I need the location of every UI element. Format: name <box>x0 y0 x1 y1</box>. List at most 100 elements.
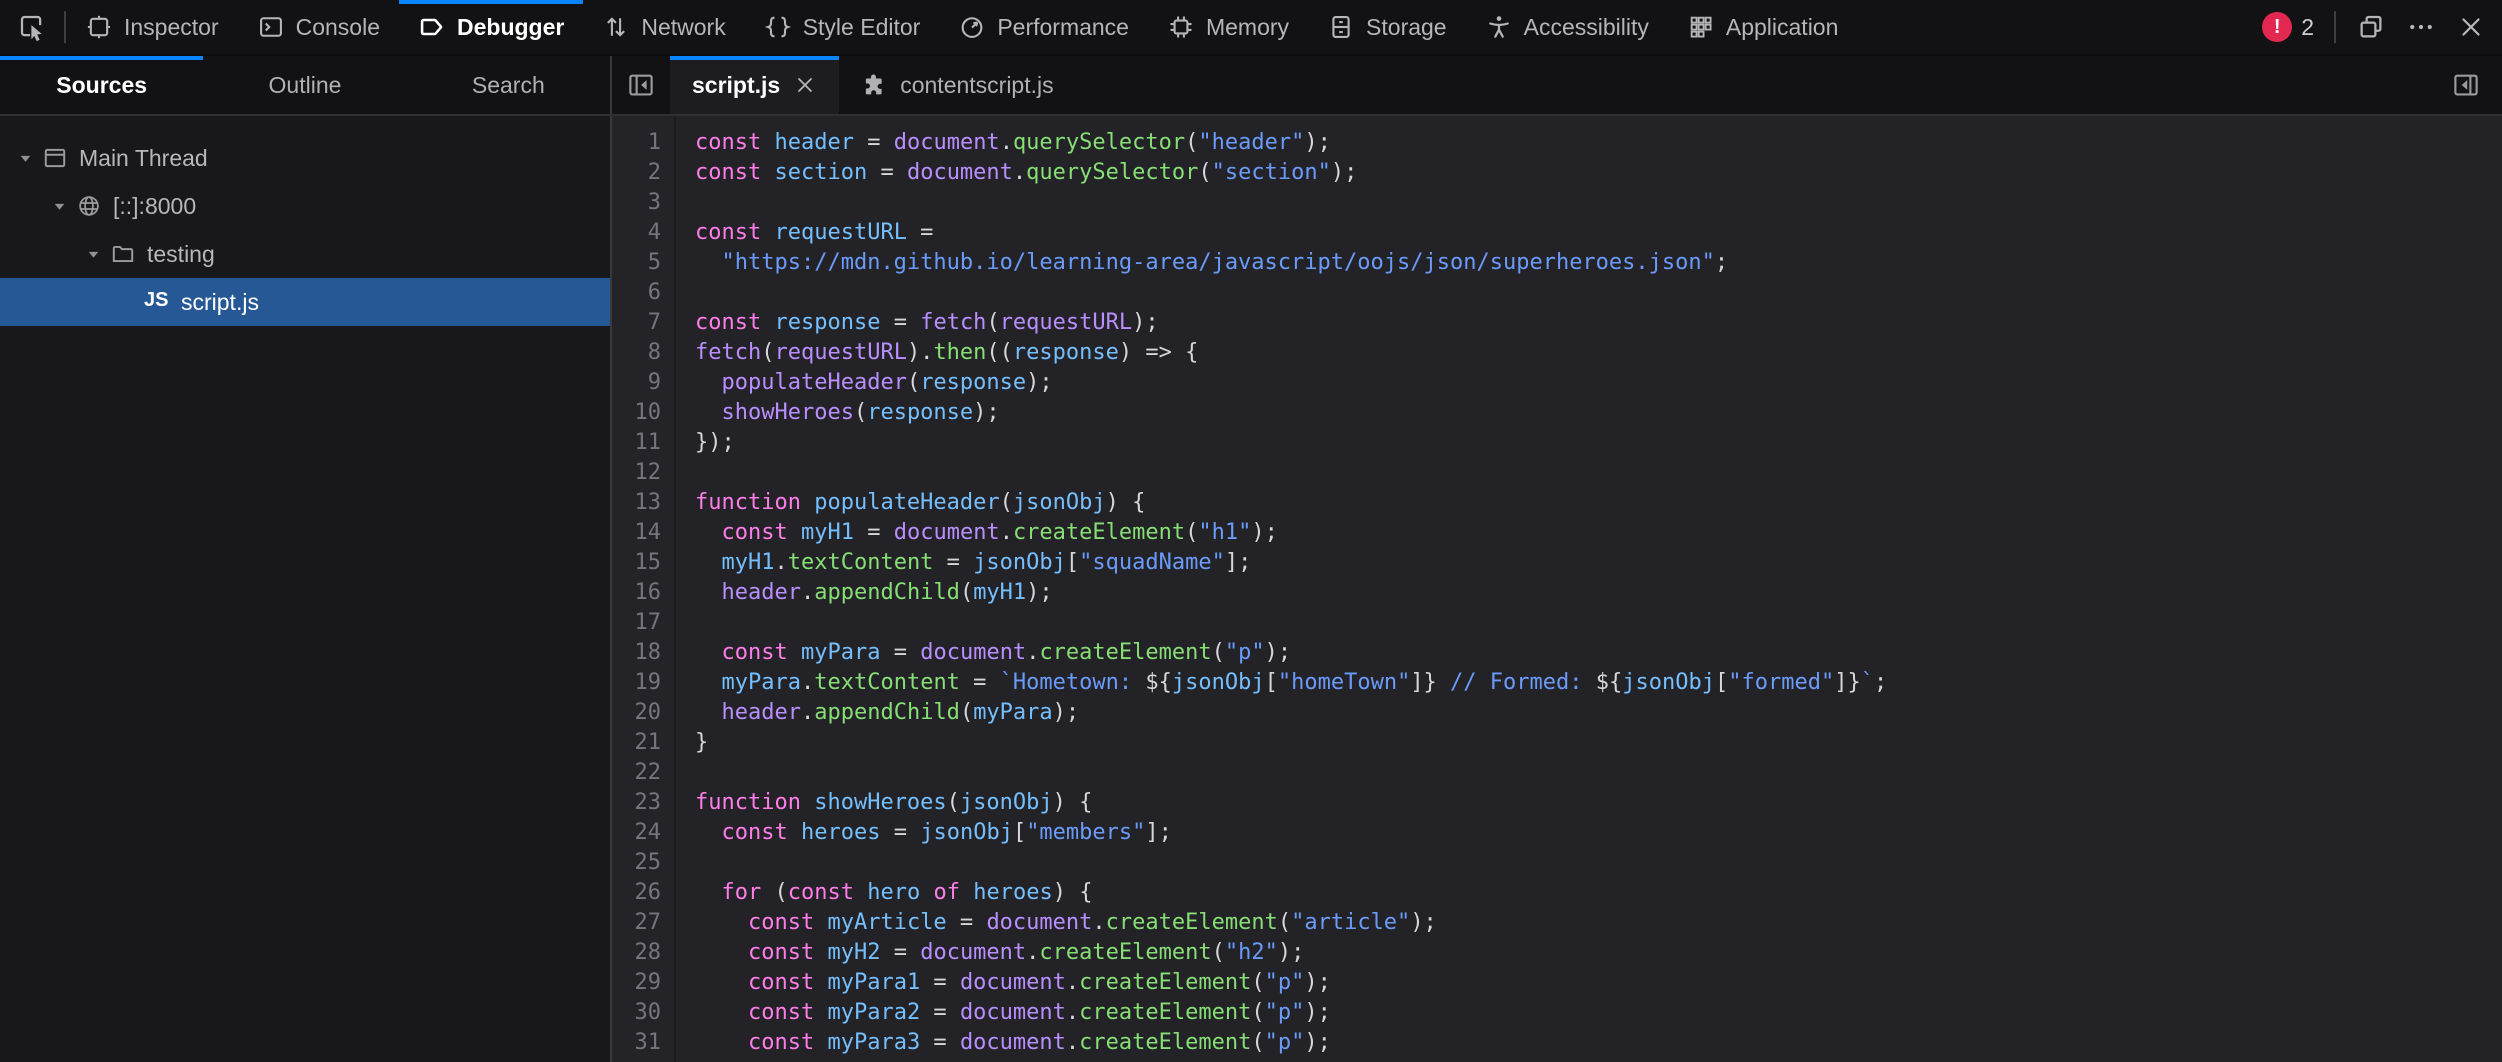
line-number[interactable]: 21 <box>612 728 661 758</box>
line-number[interactable]: 5 <box>612 248 661 278</box>
code-line[interactable]: const myArticle = document.createElement… <box>695 908 2502 938</box>
sources-tree: Main Thread[::]:8000testingJSscript.js <box>0 134 610 326</box>
line-number[interactable]: 24 <box>612 818 661 848</box>
line-number[interactable]: 25 <box>612 848 661 878</box>
line-number[interactable]: 16 <box>612 578 661 608</box>
line-number[interactable]: 13 <box>612 488 661 518</box>
tab-close-button[interactable] <box>793 73 817 97</box>
sidebar-tab-search[interactable]: Search <box>407 56 610 114</box>
line-number[interactable]: 17 <box>612 608 661 638</box>
line-number[interactable]: 12 <box>612 458 661 488</box>
code-line[interactable]: showHeroes(response); <box>695 398 2502 428</box>
code-token: ); <box>1331 160 1358 185</box>
line-number[interactable]: 30 <box>612 998 661 1028</box>
line-number[interactable]: 20 <box>612 698 661 728</box>
code-line[interactable]: const myPara3 = document.createElement("… <box>695 1028 2502 1058</box>
code-line[interactable]: }); <box>695 428 2502 458</box>
code-line[interactable]: const heroes = jsonObj["members"]; <box>695 818 2502 848</box>
line-number[interactable]: 15 <box>612 548 661 578</box>
tree-item-testing[interactable]: testing <box>0 230 610 278</box>
code-line[interactable]: populateHeader(response); <box>695 368 2502 398</box>
line-number[interactable]: 27 <box>612 908 661 938</box>
source-tab-contentscript-js[interactable]: contentscript.js <box>839 56 1075 114</box>
code-line[interactable] <box>695 188 2502 218</box>
code-line[interactable]: } <box>695 728 2502 758</box>
code-line[interactable]: const myPara = document.createElement("p… <box>695 638 2502 668</box>
tree-item-8000[interactable]: [::]:8000 <box>0 182 610 230</box>
line-number[interactable]: 10 <box>612 398 661 428</box>
toolbar-tab-application[interactable]: Application <box>1668 0 1858 54</box>
dock-side-button[interactable] <box>2356 12 2386 42</box>
error-count-badge[interactable]: ! 2 <box>2262 12 2314 42</box>
code-token: response <box>867 400 973 425</box>
meatball-menu-button[interactable] <box>2406 12 2436 42</box>
close-devtools-button[interactable] <box>2456 12 2486 42</box>
toolbar-tab-label: Console <box>296 14 380 41</box>
line-number[interactable]: 11 <box>612 428 661 458</box>
source-tab-script-js[interactable]: script.js <box>670 56 839 114</box>
line-number[interactable]: 31 <box>612 1028 661 1058</box>
code-line[interactable]: const header = document.querySelector("h… <box>695 128 2502 158</box>
line-number[interactable]: 29 <box>612 968 661 998</box>
twisty-expanded-icon[interactable] <box>78 246 108 263</box>
code-token <box>695 910 748 935</box>
code-line[interactable] <box>695 458 2502 488</box>
collapse-sources-pane-button[interactable] <box>612 56 670 114</box>
code-area[interactable]: const header = document.querySelector("h… <box>676 116 2502 1062</box>
code-line[interactable]: fetch(requestURL).then((response) => { <box>695 338 2502 368</box>
line-number[interactable]: 7 <box>612 308 661 338</box>
code-line[interactable]: const myPara2 = document.createElement("… <box>695 998 2502 1028</box>
toolbar-tab-accessibility[interactable]: Accessibility <box>1466 0 1668 54</box>
line-number[interactable]: 6 <box>612 278 661 308</box>
toolbar-tab-performance[interactable]: Performance <box>939 0 1148 54</box>
code-line[interactable] <box>695 848 2502 878</box>
code-line[interactable]: header.appendChild(myPara); <box>695 698 2502 728</box>
line-number[interactable]: 8 <box>612 338 661 368</box>
toolbar-tab-style-editor[interactable]: Style Editor <box>745 0 940 54</box>
code-line[interactable] <box>695 608 2502 638</box>
code-line[interactable]: const myH2 = document.createElement("h2"… <box>695 938 2502 968</box>
twisty-expanded-icon[interactable] <box>44 198 74 215</box>
line-number[interactable]: 14 <box>612 518 661 548</box>
tree-item-script-js[interactable]: JSscript.js <box>0 278 610 326</box>
toolbar-tab-network[interactable]: Network <box>583 0 744 54</box>
code-line[interactable]: for (const hero of heroes) { <box>695 878 2502 908</box>
line-number[interactable]: 3 <box>612 188 661 218</box>
line-number[interactable]: 18 <box>612 638 661 668</box>
sidebar-tab-outline[interactable]: Outline <box>203 56 406 114</box>
code-line[interactable] <box>695 278 2502 308</box>
code-line[interactable]: myPara.textContent = `Hometown: ${jsonOb… <box>695 668 2502 698</box>
code-line[interactable]: const myH1 = document.createElement("h1"… <box>695 518 2502 548</box>
collapse-right-pane-button[interactable] <box>2430 56 2502 114</box>
toolbar-tab-debugger[interactable]: Debugger <box>399 0 583 54</box>
line-number[interactable]: 2 <box>612 158 661 188</box>
code-line[interactable]: const response = fetch(requestURL); <box>695 308 2502 338</box>
code-line[interactable] <box>695 758 2502 788</box>
toolbar-tab-label: Storage <box>1366 14 1447 41</box>
toolbar-tab-label: Accessibility <box>1524 14 1649 41</box>
twisty-expanded-icon[interactable] <box>10 150 40 167</box>
line-number[interactable]: 26 <box>612 878 661 908</box>
sidebar-tab-sources[interactable]: Sources <box>0 56 203 114</box>
line-number[interactable]: 22 <box>612 758 661 788</box>
line-number[interactable]: 9 <box>612 368 661 398</box>
line-number[interactable]: 4 <box>612 218 661 248</box>
line-number[interactable]: 23 <box>612 788 661 818</box>
code-line[interactable]: header.appendChild(myH1); <box>695 578 2502 608</box>
code-line[interactable]: const myPara1 = document.createElement("… <box>695 968 2502 998</box>
code-line[interactable]: function populateHeader(jsonObj) { <box>695 488 2502 518</box>
pick-element-button[interactable] <box>0 0 64 54</box>
toolbar-tab-console[interactable]: Console <box>238 0 399 54</box>
tree-item-main-thread[interactable]: Main Thread <box>0 134 610 182</box>
toolbar-tab-inspector[interactable]: Inspector <box>66 0 238 54</box>
code-line[interactable]: const section = document.querySelector("… <box>695 158 2502 188</box>
code-line[interactable]: myH1.textContent = jsonObj["squadName"]; <box>695 548 2502 578</box>
code-line[interactable]: function showHeroes(jsonObj) { <box>695 788 2502 818</box>
line-number[interactable]: 19 <box>612 668 661 698</box>
line-number[interactable]: 1 <box>612 128 661 158</box>
toolbar-tab-storage[interactable]: Storage <box>1308 0 1466 54</box>
code-line[interactable]: "https://mdn.github.io/learning-area/jav… <box>695 248 2502 278</box>
code-line[interactable]: const requestURL = <box>695 218 2502 248</box>
toolbar-tab-memory[interactable]: Memory <box>1148 0 1308 54</box>
line-number[interactable]: 28 <box>612 938 661 968</box>
